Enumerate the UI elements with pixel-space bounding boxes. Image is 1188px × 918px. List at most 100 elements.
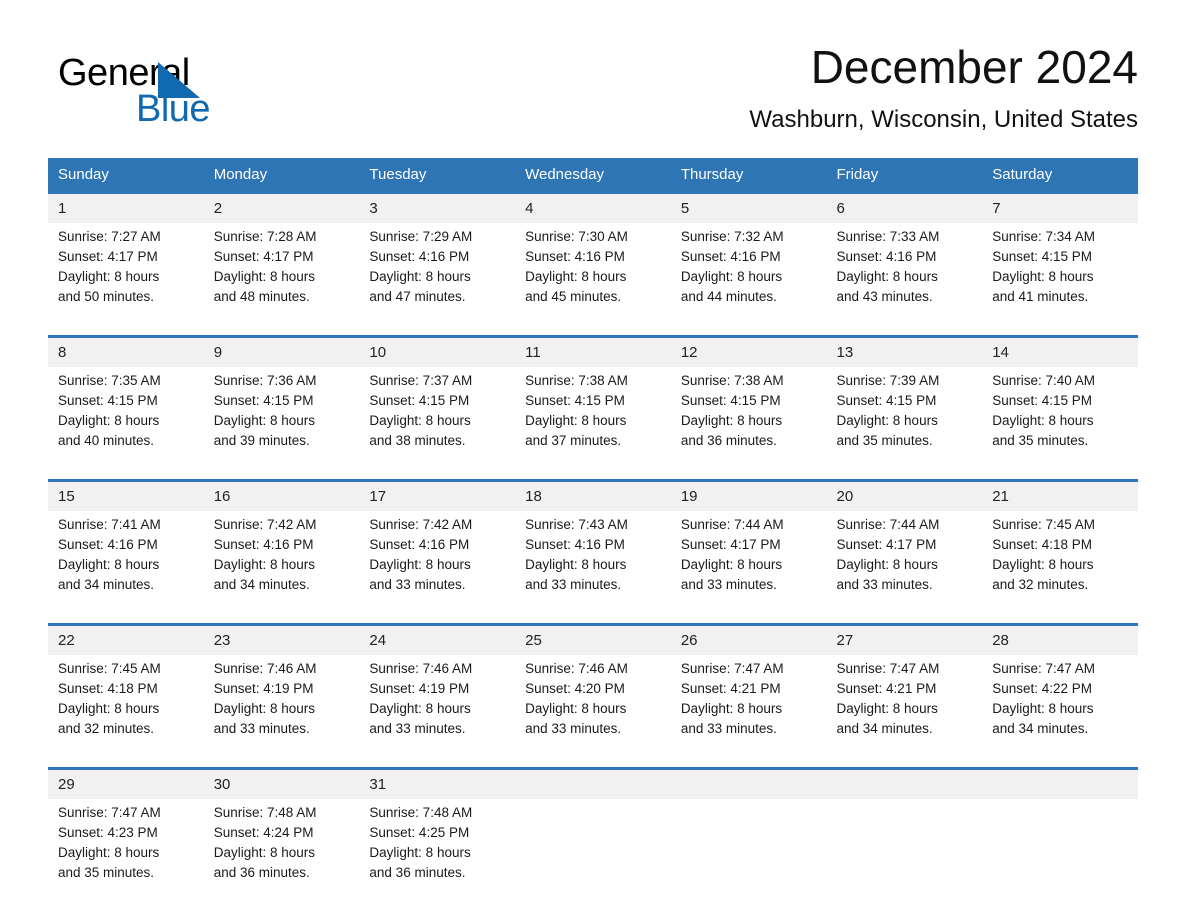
day-number-cell[interactable]: 8: [48, 335, 204, 367]
day-number-cell[interactable]: 2: [203, 191, 360, 223]
day-detail-cell: Sunrise: 7:35 AM Sunset: 4:15 PM Dayligh…: [48, 367, 204, 481]
day-number-cell[interactable]: 16: [203, 479, 360, 511]
sunrise-text: Sunrise: 7:27 AM: [58, 229, 161, 244]
daylight-text-line1: Daylight: 8 hours: [680, 557, 783, 572]
day-number-cell[interactable]: 31: [359, 767, 516, 799]
empty-day-cell: [515, 767, 671, 799]
day-number-cell[interactable]: 14: [982, 335, 1138, 367]
daylight-text-line2: and 36 minutes.: [369, 865, 466, 880]
day-detail-cell: Sunrise: 7:42 AM Sunset: 4:16 PM Dayligh…: [359, 511, 516, 625]
daylight-text-line2: and 35 minutes.: [58, 865, 155, 880]
daylight-text-line2: and 33 minutes.: [680, 721, 777, 736]
weekday-header-sunday: Sunday: [48, 158, 204, 193]
sunrise-text: Sunrise: 7:34 AM: [992, 229, 1096, 244]
daylight-text-line2: and 41 minutes.: [992, 289, 1089, 304]
sunrise-text: Sunrise: 7:29 AM: [369, 229, 473, 244]
day-detail-cell: Sunrise: 7:44 AM Sunset: 4:17 PM Dayligh…: [670, 511, 827, 625]
day-number-cell[interactable]: 17: [359, 479, 516, 511]
daylight-text-line1: Daylight: 8 hours: [680, 701, 783, 716]
day-number-cell[interactable]: 23: [203, 623, 360, 655]
week-date-row: 22 23 24 25 26 27 28: [48, 623, 1138, 655]
day-detail-cell: Sunrise: 7:44 AM Sunset: 4:17 PM Dayligh…: [826, 511, 983, 625]
day-detail-cell: Sunrise: 7:46 AM Sunset: 4:19 PM Dayligh…: [359, 655, 516, 769]
day-number-cell[interactable]: 3: [359, 191, 516, 223]
empty-day-cell: [982, 767, 1138, 799]
day-number-cell[interactable]: 1: [48, 191, 204, 223]
day-detail-cell: Sunrise: 7:47 AM Sunset: 4:22 PM Dayligh…: [982, 655, 1138, 769]
weekday-header-thursday: Thursday: [670, 158, 827, 193]
daylight-text-line1: Daylight: 8 hours: [525, 557, 627, 572]
daylight-text-line2: and 44 minutes.: [680, 289, 777, 304]
daylight-text-line1: Daylight: 8 hours: [369, 269, 471, 284]
sunrise-text: Sunrise: 7:36 AM: [213, 373, 317, 388]
day-number-cell[interactable]: 30: [203, 767, 360, 799]
daylight-text-line2: and 45 minutes.: [525, 289, 622, 304]
daylight-text-line1: Daylight: 8 hours: [525, 701, 627, 716]
daylight-text-line1: Daylight: 8 hours: [992, 269, 1094, 284]
week-date-row: 1 2 3 4 5 6 7: [48, 191, 1138, 223]
day-number-cell[interactable]: 9: [203, 335, 360, 367]
day-number-cell[interactable]: 13: [826, 335, 983, 367]
day-number-cell[interactable]: 5: [670, 191, 827, 223]
page-header: General Blue December 2024 Washburn, Wis…: [48, 40, 1138, 140]
calendar-table: Sunday Monday Tuesday Wednesday Thursday…: [48, 158, 1138, 911]
day-number-cell[interactable]: 24: [359, 623, 516, 655]
daylight-text-line2: and 32 minutes.: [58, 721, 155, 736]
day-number-cell[interactable]: 29: [48, 767, 204, 799]
daylight-text-line1: Daylight: 8 hours: [525, 269, 627, 284]
day-number-cell[interactable]: 21: [982, 479, 1138, 511]
sunrise-text: Sunrise: 7:47 AM: [58, 805, 161, 820]
daylight-text-line2: and 43 minutes.: [836, 289, 933, 304]
daylight-text-line2: and 34 minutes.: [992, 721, 1089, 736]
day-number-cell[interactable]: 18: [515, 479, 671, 511]
day-detail-cell: Sunrise: 7:34 AM Sunset: 4:15 PM Dayligh…: [982, 223, 1138, 337]
daylight-text-line2: and 33 minutes.: [525, 577, 622, 592]
daylight-text-line1: Daylight: 8 hours: [213, 845, 316, 860]
sunrise-text: Sunrise: 7:47 AM: [992, 661, 1096, 676]
day-number-cell[interactable]: 27: [826, 623, 983, 655]
title-block: December 2024 Washburn, Wisconsin, Unite…: [749, 40, 1138, 134]
day-number-cell[interactable]: 20: [826, 479, 983, 511]
daylight-text-line2: and 34 minutes.: [213, 577, 310, 592]
day-number-cell[interactable]: 25: [515, 623, 671, 655]
sunrise-text: Sunrise: 7:47 AM: [680, 661, 784, 676]
day-detail-cell: Sunrise: 7:32 AM Sunset: 4:16 PM Dayligh…: [670, 223, 827, 337]
day-detail-cell: Sunrise: 7:47 AM Sunset: 4:23 PM Dayligh…: [48, 799, 204, 911]
sunrise-text: Sunrise: 7:45 AM: [58, 661, 161, 676]
week-info-row: Sunrise: 7:27 AM Sunset: 4:17 PM Dayligh…: [48, 223, 1138, 337]
day-number-cell[interactable]: 10: [359, 335, 516, 367]
day-number-cell[interactable]: 7: [982, 191, 1138, 223]
sunset-text: Sunset: 4:15 PM: [369, 393, 470, 408]
page-title: December 2024: [810, 41, 1138, 93]
daylight-text-line1: Daylight: 8 hours: [58, 413, 160, 428]
day-number-cell[interactable]: 12: [670, 335, 827, 367]
day-detail-cell: Sunrise: 7:47 AM Sunset: 4:21 PM Dayligh…: [826, 655, 983, 769]
day-number-cell[interactable]: 15: [48, 479, 204, 511]
day-number-cell[interactable]: 19: [670, 479, 827, 511]
day-number-cell[interactable]: 6: [826, 191, 983, 223]
day-number-cell[interactable]: 11: [515, 335, 671, 367]
day-number-cell[interactable]: 4: [515, 191, 671, 223]
sunset-text: Sunset: 4:19 PM: [213, 681, 314, 696]
sunset-text: Sunset: 4:16 PM: [680, 249, 781, 264]
sunset-text: Sunset: 4:17 PM: [213, 249, 314, 264]
daylight-text-line1: Daylight: 8 hours: [58, 701, 160, 716]
weekday-header-row: Sunday Monday Tuesday Wednesday Thursday…: [48, 158, 1138, 193]
empty-detail-cell: [670, 799, 827, 911]
day-number-cell[interactable]: 22: [48, 623, 204, 655]
sunrise-text: Sunrise: 7:43 AM: [525, 517, 628, 532]
daylight-text-line1: Daylight: 8 hours: [58, 269, 160, 284]
sunrise-text: Sunrise: 7:48 AM: [369, 805, 473, 820]
daylight-text-line1: Daylight: 8 hours: [58, 845, 160, 860]
day-detail-cell: Sunrise: 7:30 AM Sunset: 4:16 PM Dayligh…: [515, 223, 671, 337]
day-number-cell[interactable]: 26: [670, 623, 827, 655]
generalblue-logo[interactable]: General Blue: [58, 52, 318, 130]
day-detail-cell: Sunrise: 7:40 AM Sunset: 4:15 PM Dayligh…: [982, 367, 1138, 481]
daylight-text-line1: Daylight: 8 hours: [992, 701, 1094, 716]
empty-day-cell: [670, 767, 827, 799]
day-number-cell[interactable]: 28: [982, 623, 1138, 655]
daylight-text-line2: and 48 minutes.: [213, 289, 310, 304]
sunset-text: Sunset: 4:15 PM: [836, 393, 937, 408]
weekday-header-monday: Monday: [203, 158, 360, 193]
daylight-text-line1: Daylight: 8 hours: [213, 557, 316, 572]
